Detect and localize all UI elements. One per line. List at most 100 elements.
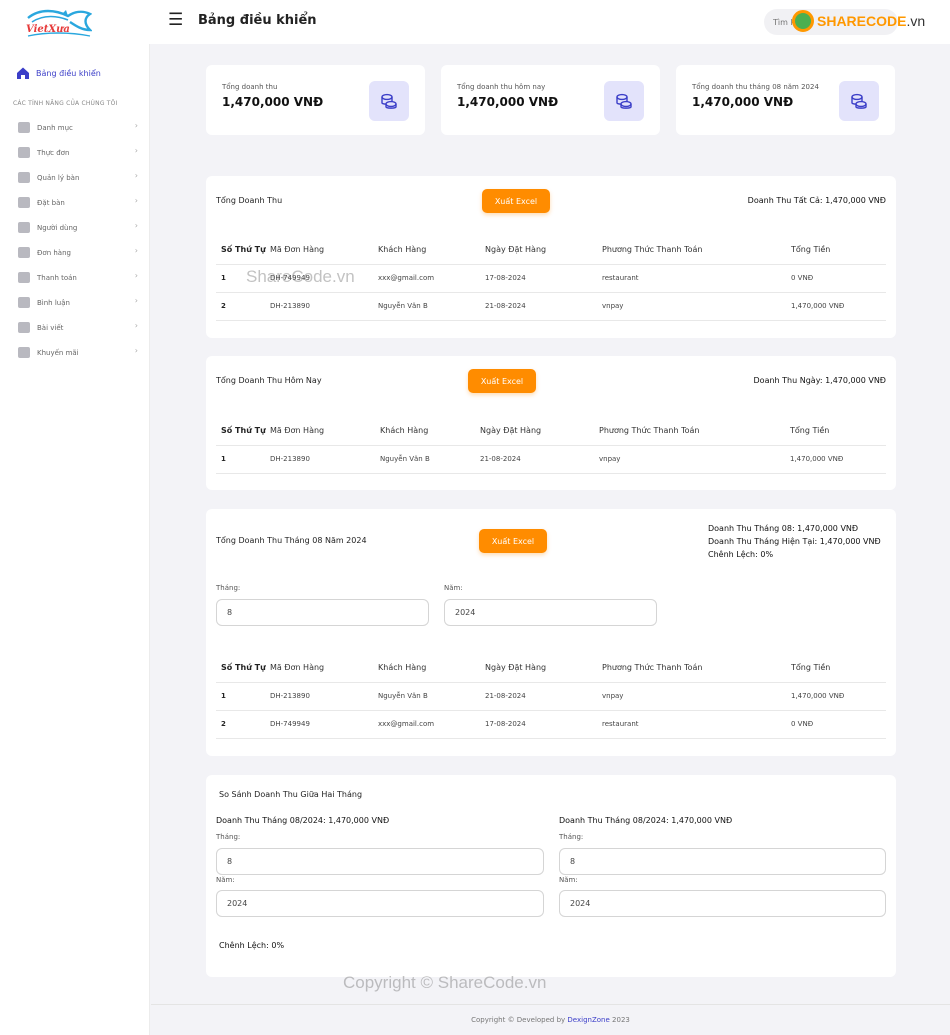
sidebar-item-label: Đặt bàn — [37, 198, 65, 207]
logo-text: VietXưa — [26, 24, 70, 35]
sidebar: Bảng điều khiển CÁC TÍNH NĂNG CỦA CHÚNG … — [0, 44, 150, 1035]
menu-item-icon — [18, 172, 30, 183]
orders-table: Số Thứ Tự Mã Đơn Hàng Khách Hàng Ngày Đặ… — [216, 236, 886, 321]
left-month-label: Tháng: — [216, 833, 241, 841]
chevron-right-icon: › — [134, 121, 138, 130]
left-month-heading: Doanh Thu Tháng 08/2024: 1,470,000 VNĐ — [216, 816, 390, 825]
export-excel-button[interactable]: Xuất Excel — [468, 369, 536, 393]
right-month-input[interactable] — [559, 848, 886, 875]
col-header: Ngày Đặt Hàng — [485, 236, 602, 265]
export-excel-button[interactable]: Xuất Excel — [479, 529, 547, 553]
panel-title: Tổng Doanh Thu Tháng 08 Năm 2024 — [216, 536, 367, 545]
sidebar-item-label: Thanh toán — [37, 273, 77, 282]
stat-card-today: Tổng doanh thu hôm nay 1,470,000 VNĐ — [441, 65, 660, 135]
menu-toggle-icon[interactable]: ☰ — [168, 10, 183, 30]
table-header-row: Số Thứ Tự Mã Đơn Hàng Khách Hàng Ngày Đặ… — [216, 417, 886, 446]
stat-badge — [369, 81, 409, 121]
sidebar-item-label: Bình luận — [37, 298, 70, 307]
sidebar-item[interactable]: Danh mục › — [18, 121, 138, 133]
panel-title: So Sánh Doanh Thu Giữa Hai Tháng — [219, 790, 363, 799]
month-input[interactable] — [216, 599, 429, 626]
sidebar-item[interactable]: Quản lý bàn › — [18, 171, 138, 183]
col-header: Mã Đơn Hàng — [270, 236, 378, 265]
sidebar-item[interactable]: Đặt bàn › — [18, 196, 138, 208]
sidebar-item[interactable]: Đơn hàng › — [18, 246, 138, 258]
logo[interactable]: VietXưa — [0, 0, 150, 44]
col-header: Phương Thức Thanh Toán — [599, 417, 790, 446]
col-header: Mã Đơn Hàng — [270, 654, 378, 683]
table-header-row: Số Thứ Tự Mã Đơn Hàng Khách Hàng Ngày Đặ… — [216, 236, 886, 265]
export-excel-button[interactable]: Xuất Excel — [482, 189, 550, 213]
sharecode-logo-icon — [792, 10, 814, 32]
col-header: Phương Thức Thanh Toán — [602, 236, 791, 265]
sidebar-item[interactable]: Thực đơn › — [18, 146, 138, 158]
table-cell: restaurant — [602, 264, 791, 293]
sidebar-item[interactable]: Bình luận › — [18, 296, 138, 308]
table-row: 2 DH-749949 xxx@gmail.com 17-08-2024 restaur… — [216, 710, 886, 739]
stat-badge — [839, 81, 879, 121]
table-cell: xxx@gmail.com — [378, 710, 485, 739]
table-cell: vnpay — [602, 292, 791, 321]
year-input[interactable] — [444, 599, 657, 626]
page-title: Bảng điều khiển — [198, 13, 317, 28]
table-cell: 21-08-2024 — [485, 682, 602, 711]
menu-item-icon — [18, 322, 30, 333]
table-cell: DH-749949 — [270, 710, 378, 739]
table-cell: 1,470,000 VNĐ — [790, 445, 886, 474]
year-label: Năm: — [444, 584, 463, 592]
table-cell: restaurant — [602, 710, 791, 739]
table-cell: vnpay — [599, 445, 790, 474]
table-cell: 1 — [216, 682, 270, 711]
col-header: Khách Hàng — [378, 236, 485, 265]
footer-copyright: Copyright © Developed by — [471, 1016, 566, 1024]
sidebar-item-label: Danh mục — [37, 123, 73, 132]
sidebar-item-label: Người dùng — [37, 223, 78, 232]
chevron-right-icon: › — [134, 321, 138, 330]
table-cell: 21-08-2024 — [480, 445, 599, 474]
sidebar-item[interactable]: Người dùng › — [18, 221, 138, 233]
table-cell: 21-08-2024 — [485, 292, 602, 321]
left-year-input[interactable] — [216, 890, 544, 917]
sidebar-item[interactable]: Thanh toán › — [18, 271, 138, 283]
col-header: Số Thứ Tự — [216, 236, 270, 265]
sidebar-item-label: Bài viết — [37, 323, 64, 332]
sidebar-item-dashboard[interactable]: Bảng điều khiển — [16, 66, 101, 80]
right-year-label: Năm: — [559, 876, 578, 884]
col-header: Mã Đơn Hàng — [270, 417, 380, 446]
sidebar-item[interactable]: Bài viết › — [18, 321, 138, 333]
table-cell: 2 — [216, 710, 270, 739]
chevron-right-icon: › — [134, 146, 138, 155]
month-summary-line: Doanh Thu Tháng Hiện Tại: 1,470,000 VNĐ — [708, 537, 881, 546]
table-cell: DH-213890 — [270, 682, 378, 711]
table-row: 1 DH-213890 Nguyễn Văn B 21-08-2024 vnpay 1,4… — [216, 682, 886, 711]
table-cell: 1 — [216, 445, 270, 474]
stat-card-total: Tổng doanh thu 1,470,000 VNĐ — [206, 65, 425, 135]
month-summary: Doanh Thu Tháng 08: 1,470,000 VNĐ Doanh … — [708, 522, 881, 561]
left-month-input[interactable] — [216, 848, 544, 875]
col-header: Tổng Tiền — [791, 654, 886, 683]
table-cell: Nguyễn Văn B — [378, 682, 485, 711]
difference-text: Chênh Lệch: 0% — [219, 941, 285, 950]
footer: Copyright © Developed by DexignZone 2023 — [151, 1004, 950, 1035]
stat-value: 1,470,000 VNĐ — [222, 95, 324, 109]
sidebar-item-label: Quản lý bàn — [37, 173, 80, 182]
table-cell: 17-08-2024 — [485, 264, 602, 293]
table-cell: 2 — [216, 292, 270, 321]
chevron-right-icon: › — [134, 296, 138, 305]
stat-value: 1,470,000 VNĐ — [457, 95, 559, 109]
footer-brand-link[interactable]: DexignZone — [567, 1016, 609, 1024]
stat-label: Tổng doanh thu tháng 08 năm 2024 — [692, 83, 819, 91]
table-row: 2 DH-213890 Nguyễn Văn B 21-08-2024 vnpay 1,4… — [216, 292, 886, 321]
orders-table: Số Thứ Tự Mã Đơn Hàng Khách Hàng Ngày Đặ… — [216, 417, 886, 474]
home-icon — [17, 67, 29, 79]
sidebar-item-label: Bảng điều khiển — [36, 68, 101, 78]
menu-item-icon — [18, 197, 30, 208]
right-year-input[interactable] — [559, 890, 886, 917]
panel-total-revenue: Tổng Doanh Thu Xuất Excel Doanh Thu Tất … — [206, 176, 896, 338]
sidebar-item[interactable]: Khuyến mãi › — [18, 346, 138, 358]
panel-summary: Doanh Thu Tất Cả: 1,470,000 VNĐ — [747, 196, 886, 205]
chevron-right-icon: › — [134, 246, 138, 255]
col-header: Tổng Tiền — [791, 236, 886, 265]
table-cell: 0 VNĐ — [791, 710, 886, 739]
chevron-right-icon: › — [134, 271, 138, 280]
